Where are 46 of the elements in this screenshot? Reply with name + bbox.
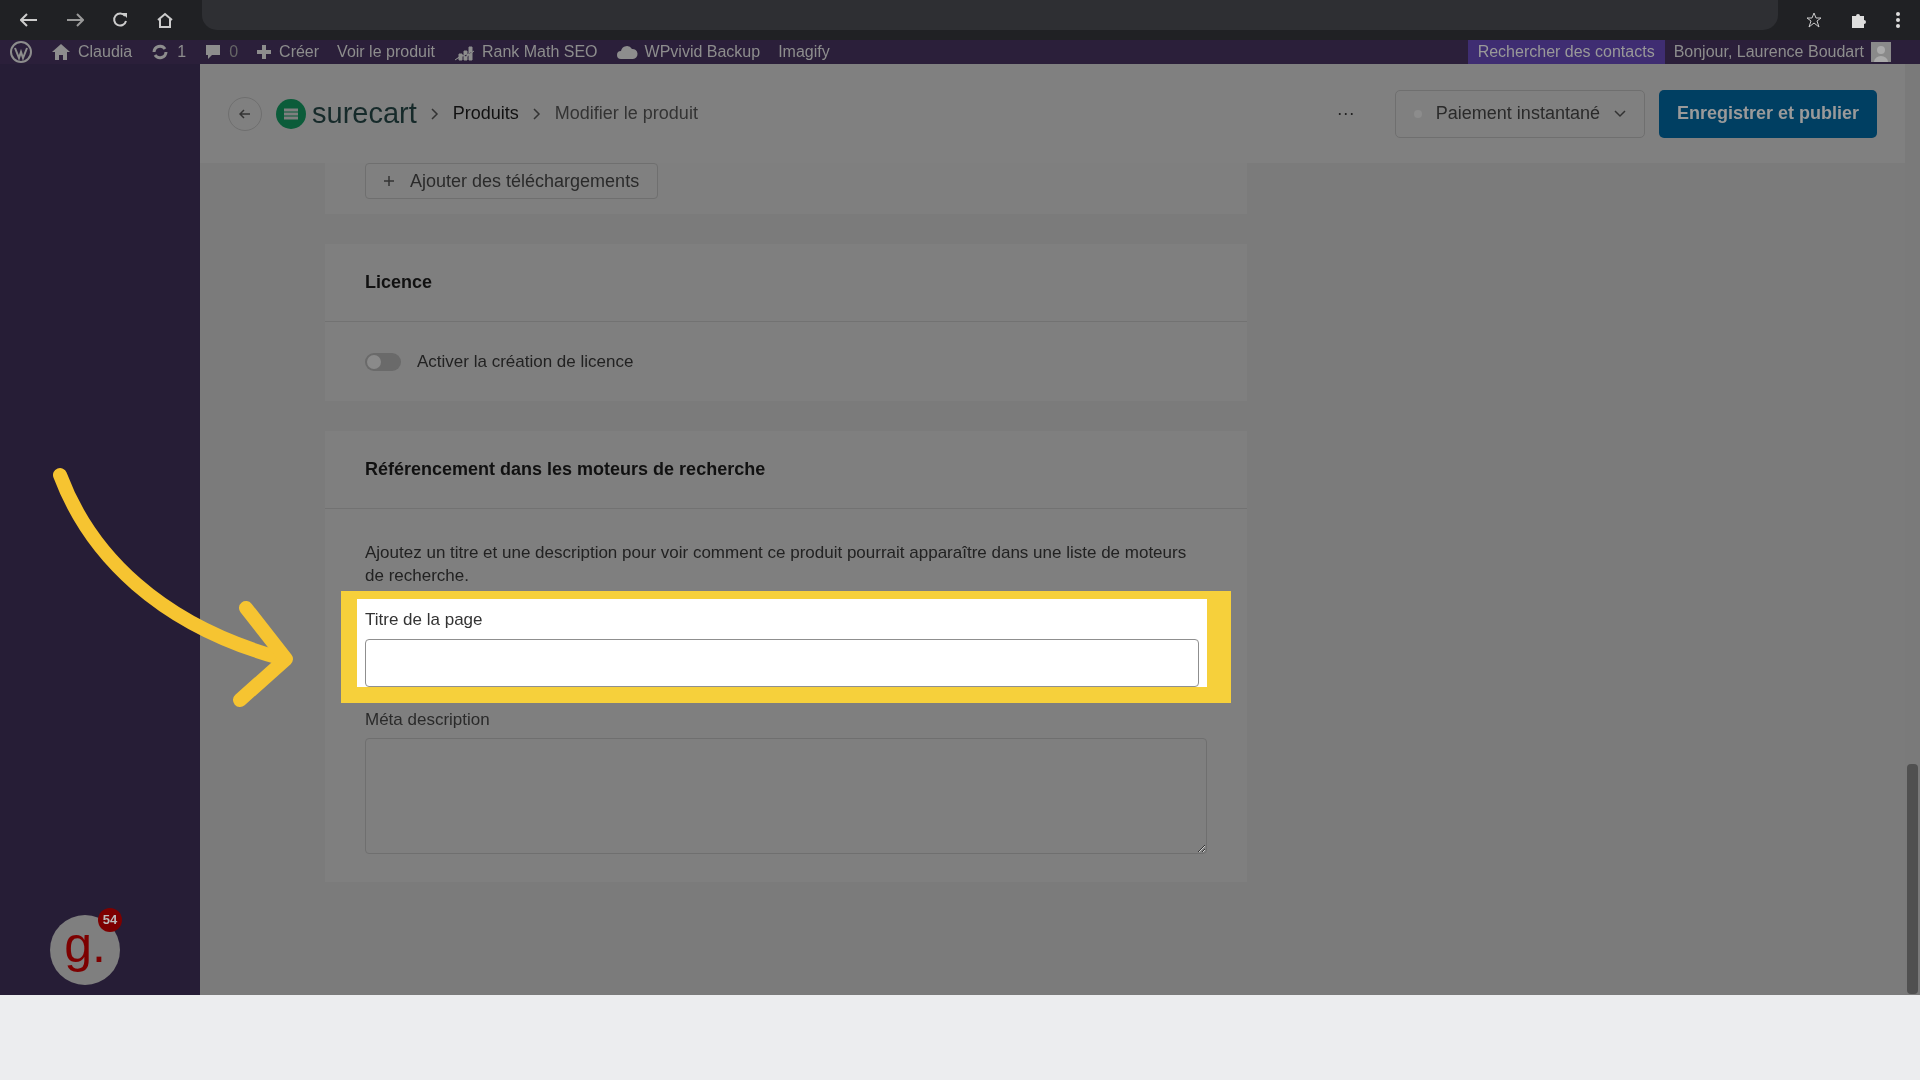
search-contacts-link[interactable]: Rechercher des contacts: [1467, 40, 1665, 64]
chevron-icon: [532, 107, 541, 120]
updates-count[interactable]: 1: [177, 40, 187, 64]
breadcrumb-current: Modifier le produit: [554, 102, 698, 125]
chevron-down-icon: [1613, 109, 1626, 118]
star-icon[interactable]: [1806, 12, 1822, 28]
card-title: Licence: [325, 244, 1247, 322]
greeting-link[interactable]: Bonjour, Laurence Boudart: [1673, 40, 1864, 64]
cloud-icon: [615, 44, 638, 60]
plus-icon: [384, 176, 394, 186]
menu-item[interactable]: WPvivid Backup: [644, 40, 761, 64]
comment-icon: [204, 43, 223, 61]
more-button[interactable]: ···: [1330, 99, 1361, 128]
home-icon[interactable]: [156, 12, 174, 28]
toggle-label: Activer la création de licence: [417, 351, 634, 373]
publish-button[interactable]: Enregistrer et publier: [1658, 89, 1877, 138]
menu-item[interactable]: Voir le produit: [337, 40, 435, 64]
site-link[interactable]: Claudia: [78, 40, 133, 64]
toggle-switch[interactable]: [365, 352, 401, 371]
back-icon[interactable]: [20, 13, 38, 27]
arrow-left-icon: [239, 108, 251, 119]
reload-icon[interactable]: [112, 12, 128, 28]
forward-icon[interactable]: [66, 13, 84, 27]
menu-item[interactable]: Créer: [279, 40, 320, 64]
logo-text: surecart: [312, 95, 417, 131]
wordpress-logo[interactable]: [9, 40, 33, 64]
input-field[interactable]: [365, 638, 1199, 687]
notification-badge: 54: [98, 908, 122, 932]
plus-icon: [256, 44, 273, 60]
description-text: Ajoutez un titre et une description pour voir comment ce produit pourrait apparaître dans une liste de moteurs de recherche.: [365, 542, 1188, 587]
logo-icon: [276, 98, 306, 129]
menu-item[interactable]: Imagify: [778, 40, 830, 64]
comments-count[interactable]: 0: [229, 40, 239, 64]
menu-item[interactable]: Rank Math SEO: [481, 40, 598, 64]
textarea-field[interactable]: [365, 738, 1207, 854]
status-dropdown[interactable]: Paiement instantané: [1394, 89, 1645, 138]
menu-icon[interactable]: [1896, 12, 1900, 28]
add-downloads-button[interactable]: Ajouter des téléchargements: [365, 163, 659, 199]
breadcrumb-link[interactable]: Produits: [452, 100, 519, 127]
chevron-icon: [430, 107, 439, 120]
field-label: Titre de la page: [365, 609, 484, 631]
chart-icon: [452, 43, 475, 61]
puzzle-icon[interactable]: [1850, 11, 1868, 29]
home-icon: [51, 43, 71, 61]
card-title: Référencement dans les moteurs de recherche: [325, 431, 1247, 509]
field-label: Méta description: [365, 708, 491, 731]
